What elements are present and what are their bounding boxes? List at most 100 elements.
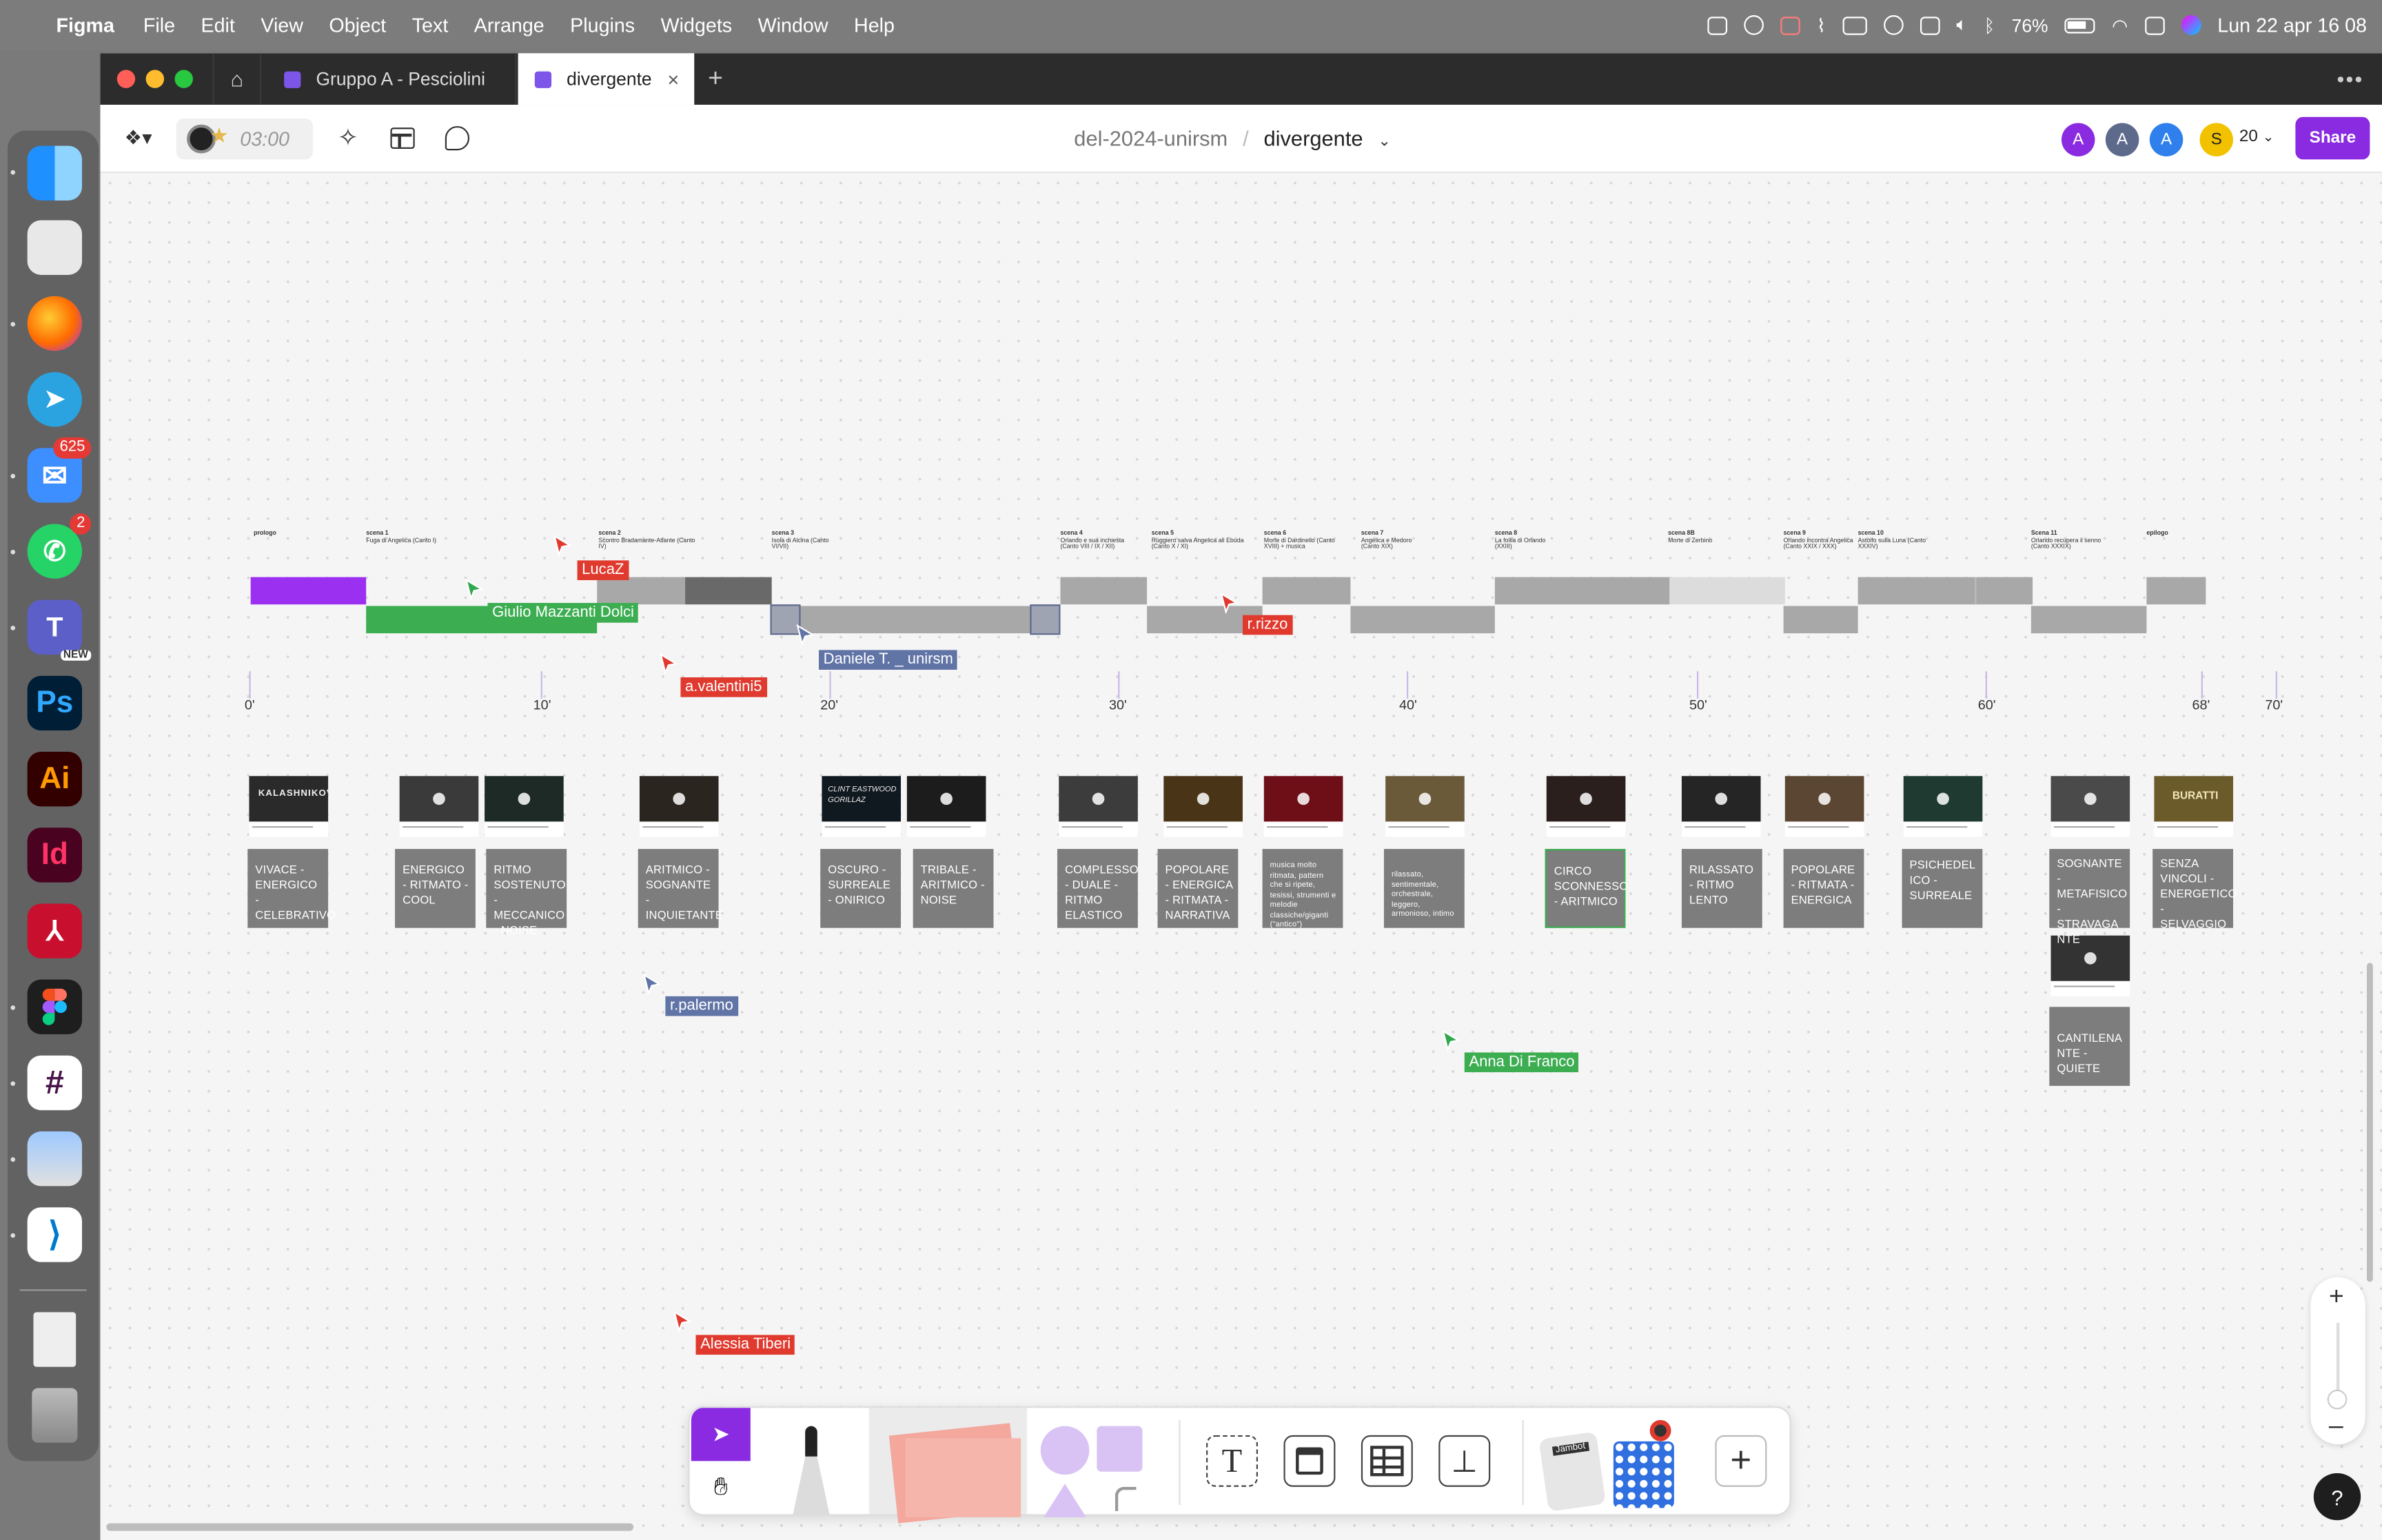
file-name[interactable]: divergente — [1263, 126, 1363, 150]
zoom-in-button[interactable]: + — [2329, 1282, 2344, 1312]
firefox-icon[interactable] — [27, 296, 83, 351]
mood-card[interactable]: POPOLARE - RITMATA - ENERGICA — [1783, 849, 1864, 928]
avatar[interactable]: A — [2149, 123, 2184, 157]
figjam-canvas[interactable]: prologo scena 1 Fuga di Angelica (Canto I… — [100, 173, 2382, 1540]
menu-view[interactable]: View — [261, 14, 303, 37]
scene-label[interactable]: scena 9 Orlando incontra Angelica (Canto … — [1784, 529, 1853, 551]
scene-label[interactable]: Scena 11 Orlando recupera il senno (Canto… — [2031, 529, 2107, 551]
avatar[interactable]: S — [2199, 123, 2234, 157]
scene-label[interactable]: scena 4 Orlando e sua inchiesta (Canto VI… — [1060, 529, 1142, 551]
viewer-count-button[interactable]: 20 ⌄ — [2239, 127, 2274, 145]
tab-gruppo-a[interactable]: Gruppo A - Pesciolini — [263, 53, 517, 105]
tab-divergente[interactable]: divergente × — [518, 53, 695, 105]
minimize-window-button[interactable] — [145, 70, 165, 88]
whatsapp-icon[interactable]: ✆ 2 — [27, 513, 92, 579]
mood-card[interactable]: RITMO SOSTENUTO - MECCANICO - NOISE — [486, 849, 567, 937]
scene-bar-3[interactable] — [771, 606, 1061, 634]
scene-label[interactable]: scena 2 Scontro Bradamante-Atlante (Canto… — [598, 529, 695, 551]
mood-card[interactable]: COMPLESSO - DUALE - RITMO ELASTICO — [1057, 849, 1139, 928]
figma-icon[interactable] — [27, 979, 83, 1034]
battery-percent[interactable]: 76% — [2012, 14, 2048, 36]
volume-icon[interactable]: 🔈︎ — [1956, 14, 1967, 37]
hand-tool-button[interactable]: ✋︎ — [691, 1463, 751, 1515]
mood-card[interactable]: OSCURO - SURREALE - ONIRICO — [820, 849, 902, 928]
scene-bar-9[interactable] — [1783, 606, 1858, 634]
menu-object[interactable]: Object — [329, 14, 386, 37]
mood-card[interactable]: SOGNANTE - METAFISICO - STRAVAGA NTE — [2049, 849, 2130, 946]
horizontal-scrollbar[interactable] — [106, 1523, 634, 1531]
trash-icon[interactable] — [32, 1388, 78, 1443]
photoshop-icon[interactable]: Ps — [27, 675, 83, 731]
menu-widgets[interactable]: Widgets — [661, 14, 733, 37]
video-thumbnail[interactable]: CLINT EASTWOOD GORILLAZ — [822, 776, 902, 822]
new-tab-button[interactable]: + — [708, 53, 732, 105]
selection-handle[interactable] — [1030, 604, 1061, 635]
menu-window[interactable]: Window — [758, 14, 828, 37]
text-tool-button[interactable]: T — [1206, 1435, 1258, 1487]
video-thumbnail[interactable] — [1681, 776, 1761, 822]
scene-bar-prologo[interactable] — [250, 577, 367, 605]
scene-label[interactable]: scena 3 Isola di Alcina (Canto VI/VII) — [772, 529, 833, 551]
scene-bar-6[interactable] — [1262, 577, 1351, 605]
comment-icon[interactable] — [440, 121, 474, 154]
avatar[interactable]: A — [2061, 123, 2095, 157]
battery-icon[interactable] — [2064, 17, 2095, 33]
video-thumbnail[interactable] — [639, 776, 719, 822]
more-options-icon[interactable]: ••• — [2337, 53, 2364, 105]
indesign-icon[interactable]: Id — [27, 828, 83, 883]
scene-bar-11[interactable] — [2030, 606, 2147, 634]
mood-card[interactable]: rilassato, sentimentale, orchestrale, le… — [1383, 849, 1465, 928]
video-thumbnail[interactable]: BURATTI — [2154, 776, 2234, 822]
scene-label[interactable]: scena 6 Morte di Dardinello (Canto XVIII)… — [1264, 529, 1340, 551]
mood-card[interactable]: VIVACE - ENERGICO - CELEBRATIVO — [247, 849, 336, 928]
slack-icon[interactable]: # — [27, 1055, 83, 1111]
focus-icon[interactable] — [1883, 15, 1904, 35]
chevron-down-icon[interactable]: ⌄ — [1378, 134, 1390, 150]
scene-bar-8[interactable] — [1494, 577, 1670, 605]
mood-card[interactable]: PSICHEDEL ICO - SURREALE — [1902, 849, 1983, 928]
video-thumbnail[interactable] — [1784, 776, 1864, 822]
close-tab-icon[interactable]: × — [667, 68, 679, 90]
zoom-out-button[interactable]: – — [2329, 1411, 2343, 1441]
mood-card[interactable]: RILASSATO - RITMO LENTO — [1681, 849, 1762, 928]
main-menu-button[interactable]: ❖▾ — [119, 121, 158, 154]
app-menu[interactable]: Figma — [57, 14, 114, 37]
preview-icon[interactable] — [27, 1131, 83, 1187]
video-thumbnail[interactable] — [2050, 776, 2130, 822]
mood-card[interactable]: ARITMICO - SOGNANTE - INQUIETANTE — [638, 849, 723, 928]
vertical-scrollbar[interactable] — [2366, 963, 2373, 1282]
teams-icon[interactable]: T NEW — [27, 599, 92, 661]
scene-bar-7[interactable] — [1350, 606, 1495, 634]
scene-bar-4[interactable] — [1060, 577, 1148, 605]
scene-bar-8b[interactable] — [1669, 577, 1785, 605]
video-thumbnail[interactable] — [485, 776, 564, 822]
vscode-icon[interactable]: ⟩ — [27, 1207, 83, 1262]
scene-label[interactable]: scena 5 Ruggiero salva Angelica all Ebuda… — [1152, 529, 1252, 551]
menu-help[interactable]: Help — [854, 14, 895, 37]
table-tool-button[interactable] — [1361, 1435, 1413, 1487]
siri-icon[interactable] — [2181, 15, 2201, 35]
scene-label[interactable]: scena 1 Fuga di Angelica (Canto I) — [366, 529, 472, 544]
document-icon[interactable] — [33, 1312, 77, 1367]
scene-label[interactable]: prologo — [254, 529, 345, 537]
scene-bar-2a[interactable] — [597, 577, 686, 605]
scene-bar-2b[interactable] — [685, 577, 772, 605]
scene-label[interactable]: scena 8B Morte di Zerbino — [1668, 529, 1744, 544]
display-icon[interactable] — [1842, 16, 1867, 34]
launchpad-icon[interactable] — [27, 220, 83, 275]
clock[interactable]: Lun 22 apr 16 08 — [2217, 14, 2367, 37]
share-button[interactable]: Share — [2295, 116, 2370, 160]
zoom-slider-thumb[interactable] — [2327, 1389, 2348, 1410]
sync-icon[interactable] — [1744, 15, 1764, 35]
menu-edit[interactable]: Edit — [201, 14, 234, 37]
recording-icon[interactable] — [1780, 16, 1800, 34]
control-center-icon[interactable] — [2144, 16, 2165, 34]
bluetooth-icon[interactable]: ᛒ — [1984, 14, 1995, 36]
mood-card[interactable]: TRIBALE - ARITMICO - NOISE — [913, 849, 994, 928]
ai-sparkle-icon[interactable]: ✧ — [331, 121, 364, 154]
scene-label[interactable]: scena 10 Astolfo sulla Luna (Canto XXXIV) — [1858, 529, 1931, 551]
paperclip-icon[interactable]: ⌇ — [1817, 14, 1826, 36]
zoom-slider-track[interactable] — [2336, 1322, 2339, 1399]
menu-plugins[interactable]: Plugins — [570, 14, 635, 37]
acrobat-icon[interactable]: ⅄ — [27, 903, 83, 958]
